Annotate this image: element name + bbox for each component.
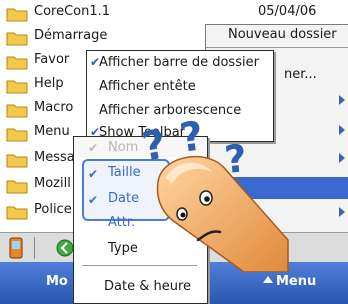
sort-attr-item[interactable]: Attr. <box>108 215 135 230</box>
check-icon: ✔ <box>88 167 99 181</box>
file-name: Démarrage <box>34 28 108 43</box>
file-name: Help <box>34 76 64 91</box>
finger-mascot-icon <box>156 156 289 272</box>
file-name: Mozill <box>34 176 71 191</box>
left-softkey[interactable]: Mo <box>46 274 68 289</box>
file-name: CoreCon1.1 <box>34 4 111 19</box>
check-icon: ✔ <box>88 193 99 207</box>
folder-icon <box>6 104 28 118</box>
phone-icon[interactable] <box>8 237 24 259</box>
check-icon: ✔ <box>90 55 101 69</box>
folder-icon <box>6 32 28 46</box>
sort-name-item[interactable]: Nom <box>108 140 138 155</box>
menu-up-arrow-icon <box>263 276 273 283</box>
toolbar-separator <box>34 237 35 259</box>
file-name: Police <box>34 202 72 217</box>
folder-icon <box>6 80 28 94</box>
sort-date-time-item[interactable]: Date & heure <box>104 279 191 294</box>
submenu-arrow-icon <box>339 153 345 163</box>
submenu-arrow-icon <box>339 125 345 135</box>
sort-date-item[interactable]: Date <box>108 191 139 206</box>
submenu-arrow-icon <box>339 95 345 105</box>
sort-size-item[interactable]: Taille <box>108 165 141 180</box>
context-menu-item[interactable]: ner... <box>284 67 317 82</box>
file-date: 05/04/06 <box>258 4 317 19</box>
menu-item-label: Afficher barre de dossier <box>99 55 259 70</box>
menu-item-show-folder-bar[interactable]: ✔ Afficher barre de dossier <box>90 55 259 70</box>
folder-icon <box>6 154 28 168</box>
back-icon[interactable] <box>56 239 74 257</box>
file-row[interactable]: CoreCon1.1 05/04/06 <box>0 2 348 24</box>
file-name: Favor <box>34 52 70 67</box>
right-softkey-menu[interactable]: Menu <box>276 274 316 289</box>
check-icon: ✔ <box>88 141 99 155</box>
folder-icon <box>6 8 28 22</box>
file-name: Menu <box>34 124 70 139</box>
file-name: Macro <box>34 100 74 115</box>
menu-item-show-header[interactable]: Afficher entête <box>99 79 196 94</box>
folder-icon <box>6 56 28 70</box>
folder-icon <box>6 180 28 194</box>
submenu-arrow-icon <box>339 207 345 217</box>
folder-icon <box>6 206 28 220</box>
folder-icon <box>6 128 28 142</box>
new-folder-item[interactable]: Nouveau dossier <box>228 27 337 42</box>
sort-type-item[interactable]: Type <box>108 241 138 256</box>
menu-item-label: Afficher entête <box>99 79 196 94</box>
menu-separator <box>206 47 348 48</box>
file-name: Messa <box>34 150 75 165</box>
